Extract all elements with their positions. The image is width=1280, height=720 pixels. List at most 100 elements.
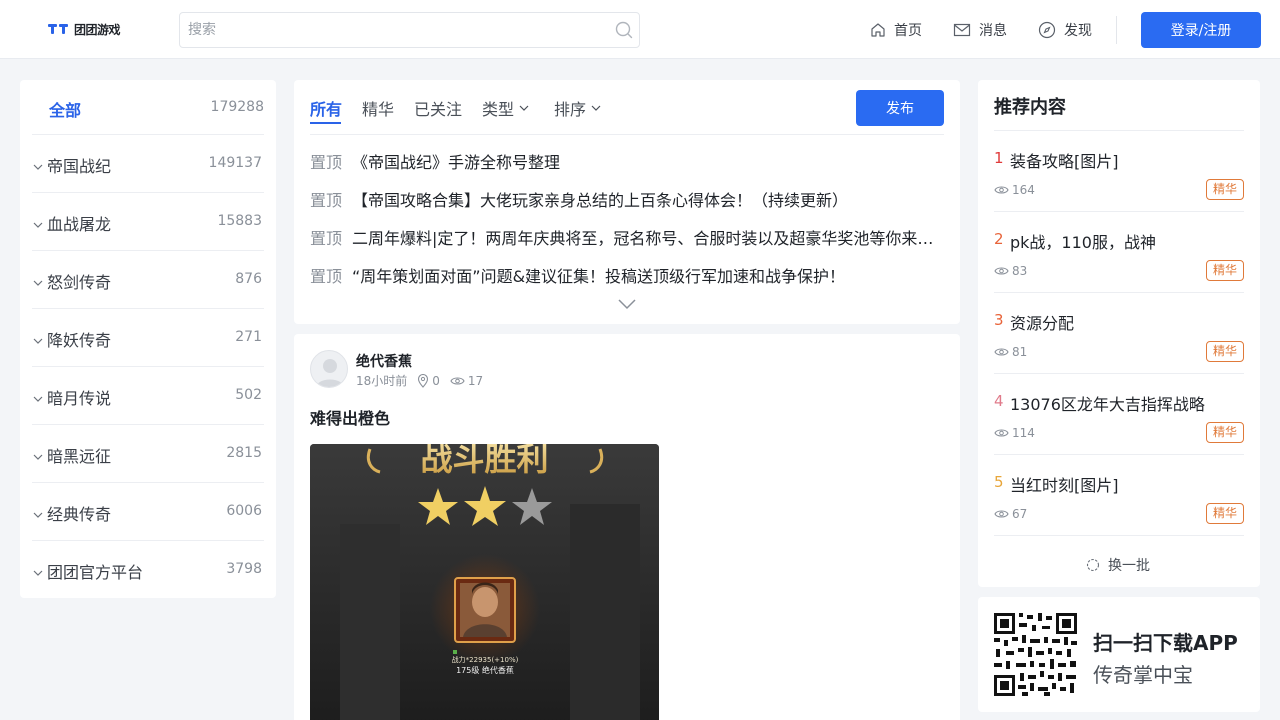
pinned-post[interactable]: 置顶 【帝国攻略合集】大佬玩家亲身总结的上百条心得体会！（持续更新） — [310, 187, 934, 211]
view-count: 164 — [994, 183, 1035, 197]
sidebar-item-count: 149137 — [208, 155, 262, 171]
pinned-post[interactable]: 置顶 《帝国战纪》手游全称号整理 — [310, 149, 934, 173]
tab-sort-dropdown[interactable]: 排序 — [554, 96, 602, 120]
refresh-label: 换一批 — [1108, 558, 1150, 574]
chevron-down-icon — [591, 105, 601, 111]
recommended-item[interactable]: 4 13076区龙年大吉指挥战略 114 精华 — [994, 374, 1244, 455]
sidebar-item-anyuechuanshuo[interactable]: 暗月传说 502 — [32, 366, 264, 424]
chevron-down-icon[interactable] — [32, 219, 44, 231]
pinned-post-title[interactable]: 《帝国战纪》手游全称号整理 — [352, 149, 934, 173]
app-download-title: 扫一扫下载APP — [1093, 631, 1238, 655]
nav-home[interactable]: 首页 — [870, 19, 922, 41]
chevron-down-icon[interactable] — [32, 335, 44, 347]
recommended-item-title[interactable]: pk战，110服，战神 — [1010, 229, 1156, 253]
view-count: 81 — [994, 345, 1027, 359]
sidebar-item-count: 271 — [235, 329, 262, 345]
post-meta: 18小时前 0 17 — [356, 372, 483, 389]
post-title[interactable]: 难得出橙色 — [310, 405, 390, 429]
recommended-item-title[interactable]: 装备攻略[图片] — [1010, 148, 1119, 172]
sidebar-item-label: 怒剑传奇 — [47, 273, 112, 292]
view-count: 67 — [994, 507, 1027, 521]
eye-icon — [994, 510, 1009, 518]
pinned-post[interactable]: 置顶 二周年爆料|定了！两周年庆典将至，冠名称号、合服时装以及超豪华奖池等你来… — [310, 225, 934, 249]
recommended-item-title[interactable]: 当红时刻[图片] — [1010, 472, 1119, 496]
sidebar-item-diguozhanji[interactable]: 帝国战纪 149137 — [32, 134, 264, 192]
tab-following[interactable]: 已关注 — [414, 96, 462, 120]
logo-mark-icon — [48, 22, 70, 36]
pinned-post-title[interactable]: 二周年爆料|定了！两周年庆典将至，冠名称号、合服时装以及超豪华奖池等你来… — [352, 225, 934, 249]
recommended-item[interactable]: 1 装备攻略[图片] 164 精华 — [994, 131, 1244, 212]
qr-code-icon[interactable] — [994, 613, 1077, 696]
sidebar-item-all[interactable]: 全部 179288 — [20, 80, 276, 134]
nav-discover[interactable]: 发现 — [1038, 19, 1092, 41]
view-count-value: 164 — [1012, 183, 1035, 197]
nav-messages-label: 消息 — [979, 23, 1007, 39]
tab-all[interactable]: 所有 — [310, 96, 342, 120]
post-author[interactable]: 绝代香蕉 — [356, 351, 412, 371]
search-box[interactable] — [179, 12, 640, 48]
search-icon[interactable] — [615, 21, 633, 39]
refresh-batch-button[interactable]: 换一批 — [1086, 555, 1150, 575]
tab-type-dropdown[interactable]: 类型 — [482, 96, 530, 120]
recommended-item[interactable]: 3 资源分配 81 精华 — [994, 293, 1244, 374]
recommended-title: 推荐内容 — [994, 97, 1066, 118]
nav-discover-label: 发现 — [1064, 23, 1092, 39]
post-image[interactable]: 战斗胜利 战力*22935(+10%) 175级 绝代香蕉 — [310, 444, 659, 720]
recommended-item-title[interactable]: 资源分配 — [1010, 310, 1074, 334]
post-card[interactable]: 绝代香蕉 18小时前 0 17 难得出橙色 战斗胜利 战力*22935(+10%… — [294, 334, 960, 720]
site-logo[interactable]: 团团游戏 — [48, 19, 121, 39]
tab-label: 所有 — [310, 100, 343, 119]
recommended-item[interactable]: 2 pk战，110服，战神 83 精华 — [994, 212, 1244, 293]
sidebar-item-tuantuanguanfang[interactable]: 团团官方平台 3798 — [32, 540, 264, 598]
sidebar-item-label: 暗月传说 — [47, 389, 112, 408]
tabs-divider — [310, 134, 944, 135]
app-download-card: 扫一扫下载APP 传奇掌中宝 — [978, 597, 1260, 712]
tab-label: 精华 — [362, 100, 395, 119]
top-header: 团团游戏 首页 消息 发现 登录/注册 — [0, 0, 1280, 59]
sidebar-item-count: 6006 — [226, 503, 262, 519]
sidebar-item-xiangyaochuanqi[interactable]: 降妖传奇 271 — [32, 308, 264, 366]
avatar[interactable] — [310, 350, 348, 388]
logo-text: 团团游戏 — [74, 22, 121, 37]
tab-label: 排序 — [554, 100, 587, 119]
chevron-down-icon[interactable] — [32, 567, 44, 579]
power-text: 战力*22935(+10%) — [452, 655, 519, 664]
chevron-down-icon[interactable] — [32, 277, 44, 289]
tab-featured[interactable]: 精华 — [362, 96, 394, 120]
pinned-tag: 置顶 — [310, 191, 343, 210]
recommended-item[interactable]: 5 当红时刻[图片] 67 精华 — [994, 455, 1244, 536]
chevron-down-icon[interactable] — [32, 451, 44, 463]
nav-divider — [1116, 16, 1117, 44]
featured-badge: 精华 — [1205, 179, 1244, 200]
recommended-item-title[interactable]: 13076区龙年大吉指挥战略 — [1010, 391, 1205, 415]
home-icon — [871, 23, 885, 37]
search-input[interactable] — [180, 13, 600, 47]
pinned-post-title[interactable]: 【帝国攻略合集】大佬玩家亲身总结的上百条心得体会！（持续更新） — [352, 187, 934, 211]
sidebar-item-nujianchuanqi[interactable]: 怒剑传奇 876 — [32, 250, 264, 308]
pinned-post[interactable]: 置顶 “周年策划面对面”问题&建议征集！投稿送顶级行军加速和战争保护！ — [310, 263, 934, 287]
sidebar-item-xuezhantulong[interactable]: 血战屠龙 15883 — [32, 192, 264, 250]
eye-icon — [450, 376, 465, 385]
nav-messages[interactable]: 消息 — [953, 19, 1007, 41]
eye-icon — [994, 429, 1009, 437]
view-count-value: 114 — [1012, 426, 1035, 440]
publish-button[interactable]: 发布 — [856, 90, 944, 126]
pinned-tag: 置顶 — [310, 153, 343, 172]
rank-number: 4 — [994, 392, 1004, 410]
sidebar-item-count: 502 — [235, 387, 262, 403]
pinned-post-title[interactable]: “周年策划面对面”问题&建议征集！投稿送顶级行军加速和战争保护！ — [352, 263, 934, 287]
sidebar-item-label: 全部 — [49, 101, 82, 120]
sidebar-item-count: 179288 — [210, 99, 264, 115]
login-register-button[interactable]: 登录/注册 — [1141, 12, 1261, 48]
sidebar-item-label: 降妖传奇 — [47, 331, 112, 350]
player-level-name: 175级 绝代香蕉 — [456, 665, 514, 675]
chevron-down-icon[interactable] — [32, 161, 44, 173]
sidebar-item-anheiyuanzheng[interactable]: 暗黑远征 2815 — [32, 424, 264, 482]
chevron-down-icon[interactable] — [32, 393, 44, 405]
sidebar-item-jingdianchuanqi[interactable]: 经典传奇 6006 — [32, 482, 264, 540]
chevron-down-icon[interactable] — [32, 509, 44, 521]
expand-chevron-icon[interactable] — [617, 298, 637, 310]
featured-badge: 精华 — [1205, 260, 1244, 281]
eye-icon — [994, 348, 1009, 356]
nav-home-label: 首页 — [894, 23, 922, 39]
